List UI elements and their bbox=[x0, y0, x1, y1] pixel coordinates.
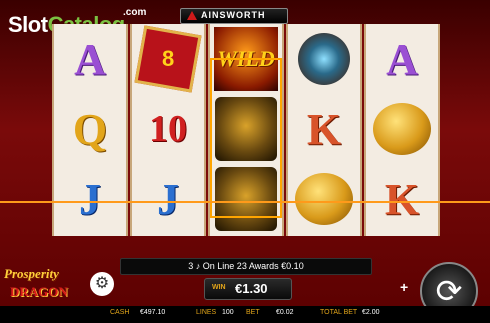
symbol-king: K bbox=[306, 104, 342, 154]
bet-value: €0.02 bbox=[276, 309, 294, 316]
gold-coin-icon bbox=[373, 103, 431, 155]
reel-4: K bbox=[286, 24, 362, 236]
yin-yang-icon bbox=[298, 33, 350, 85]
symbol-cell: K bbox=[288, 94, 360, 164]
total-bet-value: €2.00 bbox=[362, 309, 380, 316]
win-display: WIN €1.30 bbox=[204, 278, 292, 300]
symbol-cell: Q bbox=[54, 94, 126, 164]
provider-badge: AINSWORTH bbox=[180, 8, 288, 24]
gear-icon: ⚙ bbox=[94, 275, 110, 292]
symbol-cell: K bbox=[366, 164, 438, 234]
plus-icon: + bbox=[400, 279, 409, 295]
symbol-cell: 10 bbox=[132, 94, 204, 164]
lucky-envelope-icon: 8 bbox=[134, 25, 202, 93]
symbol-ace: A bbox=[74, 34, 106, 84]
dragon-icon bbox=[215, 97, 277, 161]
provider-logo-icon bbox=[187, 11, 197, 20]
lines-value: 100 bbox=[222, 309, 234, 316]
reel-1: A Q J bbox=[52, 24, 128, 236]
symbol-cell: J bbox=[54, 164, 126, 234]
symbol-cell: 8 bbox=[132, 24, 204, 94]
gold-coin-icon bbox=[295, 173, 353, 225]
game-logo: Prosperity DRAGON bbox=[4, 266, 68, 299]
reel-3: WILD bbox=[208, 24, 284, 236]
cash-label: CASH bbox=[110, 309, 130, 316]
win-message: 3 ♪ On Line 23 Awards €0.10 bbox=[120, 258, 372, 275]
symbol-cell: A bbox=[54, 24, 126, 94]
bet-label: BET bbox=[246, 309, 260, 316]
settings-button[interactable]: ⚙ bbox=[90, 272, 114, 296]
total-bet-label: TOTAL BET bbox=[320, 309, 358, 316]
symbol-cell: J bbox=[132, 164, 204, 234]
cash-value: €497.10 bbox=[140, 309, 166, 316]
plus-button[interactable]: + bbox=[400, 279, 416, 295]
status-bar: CASH €497.10 LINES 100 BET €0.02 TOTAL B… bbox=[0, 306, 490, 323]
symbol-cell bbox=[366, 94, 438, 164]
lines-label: LINES bbox=[196, 309, 217, 316]
symbol-king: K bbox=[384, 174, 420, 224]
symbol-ten: 10 bbox=[149, 108, 187, 150]
symbol-ace: A bbox=[386, 34, 418, 84]
symbol-queen: Q bbox=[72, 104, 108, 154]
symbol-cell: WILD bbox=[210, 24, 282, 94]
symbol-cell bbox=[288, 164, 360, 234]
reel-area: A Q J 8 10 J WILD K A K bbox=[52, 24, 440, 236]
symbol-cell bbox=[210, 94, 282, 164]
symbol-cell: A bbox=[366, 24, 438, 94]
provider-name: AINSWORTH bbox=[201, 10, 266, 20]
win-label: WIN bbox=[212, 284, 226, 291]
symbol-jack: J bbox=[157, 174, 179, 224]
dragon-icon bbox=[215, 167, 277, 231]
wild-symbol: WILD bbox=[214, 27, 278, 91]
reel-5: A K bbox=[364, 24, 440, 236]
symbol-cell bbox=[210, 164, 282, 234]
win-value: €1.30 bbox=[235, 281, 268, 296]
symbol-jack: J bbox=[79, 174, 101, 224]
symbol-cell bbox=[288, 24, 360, 94]
spin-arrows-icon: ⟳ bbox=[435, 273, 463, 309]
payline bbox=[0, 201, 490, 203]
reel-2: 8 10 J bbox=[130, 24, 206, 236]
watermark-suffix: .com bbox=[123, 7, 147, 18]
